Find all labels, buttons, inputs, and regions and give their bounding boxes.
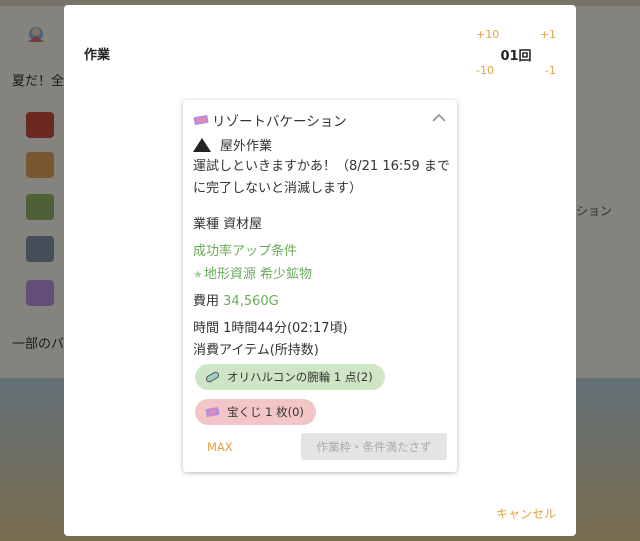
work-dialog: 作業 +10 +1 01回 -10 -1 リゾートバケーション 屋外作業 運試し…	[64, 5, 576, 536]
industry-text: 業種 資材屋	[193, 217, 263, 232]
plus-1-button[interactable]: +1	[540, 28, 556, 41]
consumable-label: オリハルコンの腕輪 1 点(2)	[227, 370, 373, 384]
success-condition-item: ★地形資源 希少鉱物	[193, 263, 312, 282]
chevron-up-icon[interactable]	[431, 112, 447, 124]
repeat-count: 01回	[500, 49, 532, 64]
consumable-item-lottery: 宝くじ 1 枚(0)	[195, 399, 316, 425]
cancel-button[interactable]: キャンセル	[496, 505, 556, 522]
ticket-icon	[205, 407, 220, 417]
job-title: リゾートバケーション	[212, 114, 347, 130]
job-card-header: リゾートバケーション	[193, 110, 447, 130]
job-description: 運試しといきますかあ！（8/21 16:59 までに完了しないと消滅します）	[193, 159, 450, 196]
cost-label: 費用	[193, 294, 220, 309]
star-icon: ★	[193, 268, 203, 281]
success-conditions-heading: 成功率アップ条件	[193, 244, 298, 259]
job-card: リゾートバケーション 屋外作業 運試しといきますかあ！（8/21 16:59 ま…	[183, 100, 457, 472]
repeat-count-stepper: +10 +1 01回 -10 -1	[476, 28, 556, 84]
bracelet-icon	[205, 371, 220, 383]
max-button[interactable]: MAX	[207, 440, 233, 454]
consumable-label: 宝くじ 1 枚(0)	[227, 405, 304, 419]
consumable-item-bracelet: オリハルコンの腕輪 1 点(2)	[195, 364, 385, 390]
cost-row: 費用 34,560G	[193, 290, 279, 309]
dialog-title: 作業	[84, 48, 111, 63]
consumables-heading: 消費アイテム(所持数)	[193, 343, 319, 358]
ticket-icon	[193, 115, 209, 125]
job-location: 屋外作業	[193, 135, 272, 154]
time-text: 時間 1時間44分(02:17頃)	[193, 321, 348, 336]
start-work-button-disabled[interactable]: 作業枠・条件満たさず	[301, 433, 447, 460]
plus-10-button[interactable]: +10	[476, 28, 499, 41]
mountain-icon	[193, 137, 211, 152]
location-label: 屋外作業	[220, 139, 273, 154]
cost-value: 34,560G	[223, 294, 279, 309]
success-condition-label: 地形資源 希少鉱物	[203, 267, 313, 282]
minus-1-button[interactable]: -1	[545, 64, 556, 77]
minus-10-button[interactable]: -10	[476, 64, 494, 77]
